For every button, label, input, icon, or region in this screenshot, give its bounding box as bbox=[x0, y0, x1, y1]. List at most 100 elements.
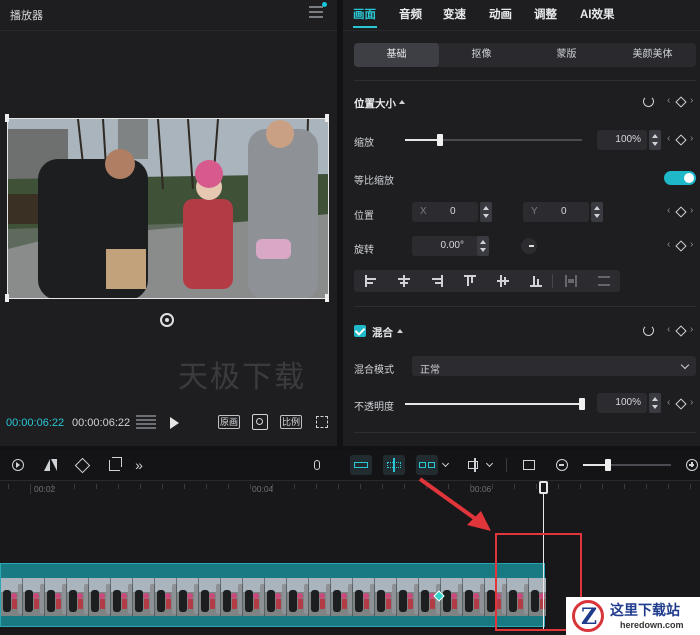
rotate-dial[interactable] bbox=[521, 238, 537, 254]
clip-thumbnail bbox=[155, 578, 178, 616]
prev-keyframe-icon[interactable]: ‹ bbox=[667, 239, 670, 250]
next-keyframe-icon[interactable]: › bbox=[690, 239, 693, 250]
zoom-out-icon[interactable] bbox=[554, 450, 570, 480]
zoom-slider-knob[interactable] bbox=[605, 459, 611, 471]
scale-slider-knob[interactable] bbox=[437, 134, 443, 146]
section-blend[interactable]: 混合 bbox=[372, 325, 393, 340]
align-center-h-icon[interactable] bbox=[387, 270, 420, 292]
resize-handle[interactable] bbox=[5, 114, 9, 122]
next-keyframe-icon[interactable]: › bbox=[690, 205, 693, 216]
fullscreen-preview-icon[interactable] bbox=[252, 414, 268, 430]
tab-video[interactable]: 画面 bbox=[353, 6, 376, 22]
reset-icon[interactable] bbox=[643, 96, 654, 107]
blend-checkbox[interactable] bbox=[354, 325, 366, 337]
prev-keyframe-icon[interactable]: ‹ bbox=[667, 397, 670, 408]
crop-icon[interactable] bbox=[106, 450, 122, 480]
distribute-v-icon[interactable] bbox=[587, 270, 620, 292]
main-track-magnet-button[interactable] bbox=[350, 450, 372, 480]
keyframe-icon[interactable] bbox=[675, 134, 687, 146]
resize-handle[interactable] bbox=[325, 294, 329, 302]
distribute-h-icon[interactable] bbox=[554, 270, 587, 292]
keyframe-icon[interactable] bbox=[675, 325, 687, 337]
reset-icon[interactable] bbox=[643, 325, 654, 336]
menu-icon[interactable] bbox=[309, 6, 323, 18]
next-keyframe-icon[interactable]: › bbox=[690, 133, 693, 144]
uniform-scale-toggle[interactable] bbox=[664, 171, 696, 185]
video-clip[interactable] bbox=[0, 563, 546, 627]
rotate-stepper[interactable] bbox=[477, 236, 489, 256]
align-right-icon[interactable] bbox=[420, 270, 453, 292]
position-y-input[interactable]: Y 0 bbox=[523, 202, 589, 222]
opacity-input[interactable]: 100% bbox=[597, 393, 647, 413]
collapse-icon[interactable] bbox=[397, 329, 403, 333]
subtab-beauty[interactable]: 美颜美体 bbox=[609, 43, 696, 67]
keyframe-icon[interactable] bbox=[675, 398, 687, 410]
auto-snap-button[interactable] bbox=[383, 450, 405, 480]
waveform-icon[interactable] bbox=[136, 415, 156, 429]
clip-thumbnail bbox=[199, 578, 222, 616]
next-keyframe-icon[interactable]: › bbox=[690, 95, 693, 106]
play-icon[interactable] bbox=[170, 417, 179, 429]
prev-keyframe-icon[interactable]: ‹ bbox=[667, 205, 670, 216]
video-preview[interactable] bbox=[7, 118, 329, 299]
zoom-fit-icon[interactable] bbox=[520, 450, 538, 480]
tab-audio[interactable]: 音频 bbox=[399, 6, 422, 22]
mirror-icon[interactable] bbox=[42, 450, 58, 480]
keyframe-icon[interactable] bbox=[675, 206, 687, 218]
uniform-scale-label: 等比缩放 bbox=[354, 176, 394, 187]
opacity-slider-knob[interactable] bbox=[579, 398, 585, 410]
next-keyframe-icon[interactable]: › bbox=[690, 324, 693, 335]
y-label: Y bbox=[531, 206, 538, 217]
tab-speed[interactable]: 变速 bbox=[443, 6, 466, 22]
microphone-icon[interactable] bbox=[310, 450, 324, 480]
next-keyframe-icon[interactable]: › bbox=[690, 397, 693, 408]
blend-mode-label: 混合模式 bbox=[354, 365, 394, 376]
playhead-handle[interactable] bbox=[539, 481, 548, 494]
rotate-clip-icon[interactable] bbox=[74, 450, 90, 480]
more-icon[interactable]: » bbox=[132, 450, 146, 480]
freeze-frame-icon[interactable] bbox=[10, 450, 26, 480]
align-top-icon[interactable] bbox=[453, 270, 486, 292]
position-x-stepper[interactable] bbox=[480, 202, 492, 222]
blend-mode-select[interactable]: 正常 bbox=[412, 356, 696, 376]
subtab-cutout[interactable]: 抠像 bbox=[439, 43, 524, 67]
resize-handle[interactable] bbox=[5, 294, 9, 302]
subtab-basic[interactable]: 基础 bbox=[354, 43, 439, 67]
opacity-stepper[interactable] bbox=[649, 393, 661, 413]
clip-thumbnail bbox=[177, 578, 200, 616]
expand-icon[interactable] bbox=[316, 416, 328, 428]
tab-animation[interactable]: 动画 bbox=[489, 6, 512, 22]
rotate-input[interactable]: 0.00° bbox=[412, 236, 478, 256]
zoom-in-icon[interactable] bbox=[684, 450, 700, 480]
keyframe-icon[interactable] bbox=[675, 240, 687, 252]
collapse-icon[interactable] bbox=[399, 100, 405, 104]
chevron-down-icon bbox=[680, 360, 690, 370]
align-bottom-icon[interactable] bbox=[519, 270, 552, 292]
watermark: 天极下载 bbox=[178, 361, 306, 394]
original-quality-button[interactable]: 原画 bbox=[218, 415, 240, 429]
resize-handle[interactable] bbox=[325, 114, 329, 122]
rotate-icon[interactable] bbox=[160, 313, 174, 327]
section-position-size[interactable]: 位置大小 bbox=[354, 96, 396, 111]
scale-stepper[interactable] bbox=[649, 130, 661, 150]
ratio-button[interactable]: 比例 bbox=[280, 415, 302, 429]
prev-keyframe-icon[interactable]: ‹ bbox=[667, 133, 670, 144]
prev-keyframe-icon[interactable]: ‹ bbox=[667, 95, 670, 106]
position-y-stepper[interactable] bbox=[591, 202, 603, 222]
tab-ai-effects[interactable]: AI效果 bbox=[580, 6, 615, 22]
clip-thumbnail bbox=[265, 578, 288, 616]
prev-keyframe-icon[interactable]: ‹ bbox=[667, 324, 670, 335]
scale-input[interactable]: 100% bbox=[597, 130, 647, 150]
ruler-tick bbox=[646, 484, 647, 489]
subtab-mask[interactable]: 蒙版 bbox=[524, 43, 609, 67]
position-x-input[interactable]: X 0 bbox=[412, 202, 478, 222]
clip-thumbnail bbox=[441, 578, 464, 616]
align-center-v-icon[interactable] bbox=[486, 270, 519, 292]
x-value: 0 bbox=[450, 206, 456, 217]
clip-thumbnail bbox=[397, 578, 420, 616]
align-left-icon[interactable] bbox=[354, 270, 387, 292]
keyframe-icon[interactable] bbox=[675, 96, 687, 108]
ruler-tick bbox=[360, 484, 361, 489]
clip-thumbnail bbox=[1, 578, 24, 616]
tab-adjust[interactable]: 调整 bbox=[534, 6, 557, 22]
